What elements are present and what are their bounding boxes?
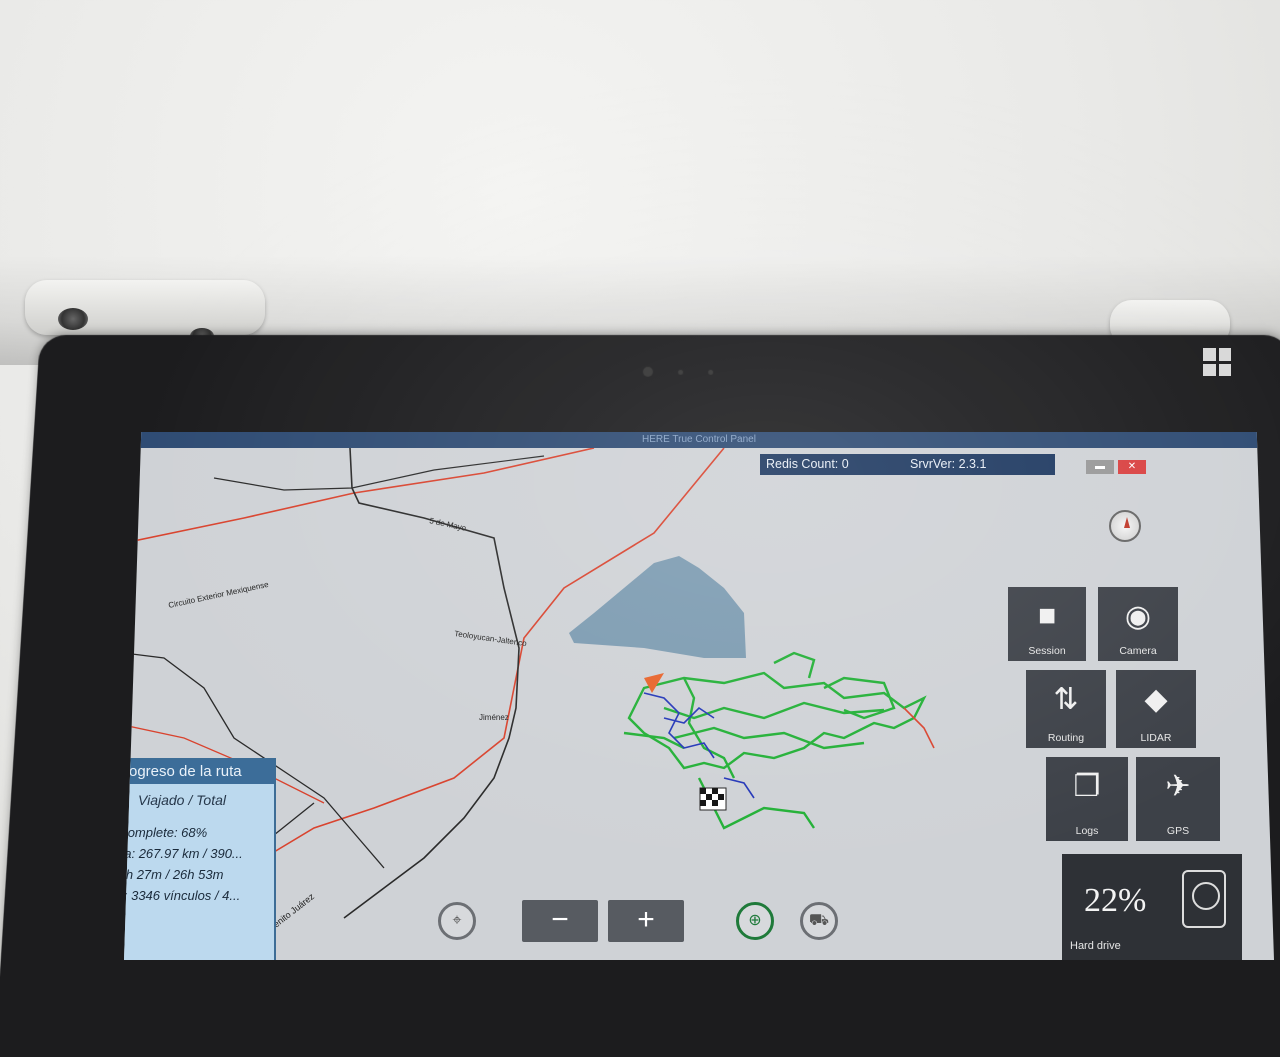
tablet-screen: HERE True Control Panel 5 de Mayo Circui…: [124, 432, 1274, 960]
crosshair-icon[interactable]: ⊕: [736, 902, 774, 940]
documents-icon: ❐: [1073, 770, 1101, 803]
town-label: Teoloyucan-Jaltenco: [454, 629, 528, 648]
satellite-icon: ✈: [1165, 770, 1191, 803]
redis-status-bar: Redis Count: 0 SrvrVer: 2.3.1: [760, 454, 1055, 475]
zoom-in-button[interactable]: +: [608, 900, 684, 942]
route-traces: [623, 651, 935, 830]
zoom-out-button[interactable]: −: [522, 900, 598, 942]
route-progress-subtitle: Viajado / Total: [138, 792, 226, 808]
minimize-button[interactable]: ▬: [1086, 460, 1114, 474]
highway-red: [124, 448, 595, 544]
location-pin-icon[interactable]: ⌖: [438, 902, 476, 940]
route-complete: Route Complete: 68%: [124, 825, 208, 840]
server-version: SrvrVer: 2.3.1: [910, 457, 987, 471]
hard-drive-label: Hard drive: [1070, 940, 1121, 952]
finish-flag-icon: [699, 787, 727, 811]
window-controls: ▬ ✕: [1086, 460, 1146, 474]
hard-drive-icon: [1182, 870, 1226, 928]
highway-red: [263, 448, 725, 859]
car-follow-icon[interactable]: ⛟: [800, 902, 838, 940]
tile-lidar[interactable]: ◆ LIDAR: [1116, 670, 1196, 748]
town-label: Jiménez: [479, 713, 509, 722]
route-distance: Distancia: 267.97 km / 390...: [124, 846, 243, 861]
tile-session[interactable]: ■ Session: [1008, 587, 1086, 661]
lidar-icon: ◆: [1144, 683, 1168, 716]
redis-count: Redis Count: 0: [766, 457, 849, 471]
stop-square-icon: ■: [1037, 599, 1057, 632]
routing-arrows-icon: ⇅: [1053, 683, 1079, 716]
hard-drive-percent: 22%: [1084, 882, 1147, 919]
close-button[interactable]: ✕: [1118, 460, 1146, 474]
tile-logs[interactable]: ❐ Logs: [1046, 757, 1128, 841]
water-body: [569, 556, 746, 658]
app-title-bar: HERE True Control Panel: [124, 432, 1274, 448]
tile-hard-drive[interactable]: 22% Hard drive: [1062, 854, 1242, 960]
route-time: Hora: 18h 27m / 26h 53m: [124, 867, 224, 882]
road-black: [213, 455, 545, 491]
tile-gps[interactable]: ✈ GPS: [1136, 757, 1220, 841]
street-label: 5 de Mayo: [429, 516, 468, 533]
street-label: Circuito Exterior Mexiquense: [168, 580, 270, 610]
route-progress-title: Progreso de la ruta: [124, 760, 274, 784]
tile-routing[interactable]: ⇅ Routing: [1026, 670, 1106, 748]
route-progress-panel: Progreso de la ruta Viajado / Total Rout…: [124, 758, 276, 960]
compass-icon[interactable]: [1109, 510, 1141, 542]
camera-icon: ◉: [1124, 600, 1152, 633]
route-links: Vínculos: 3346 vínculos / 4...: [124, 888, 241, 903]
tile-camera[interactable]: ◉ Camera: [1098, 587, 1178, 661]
